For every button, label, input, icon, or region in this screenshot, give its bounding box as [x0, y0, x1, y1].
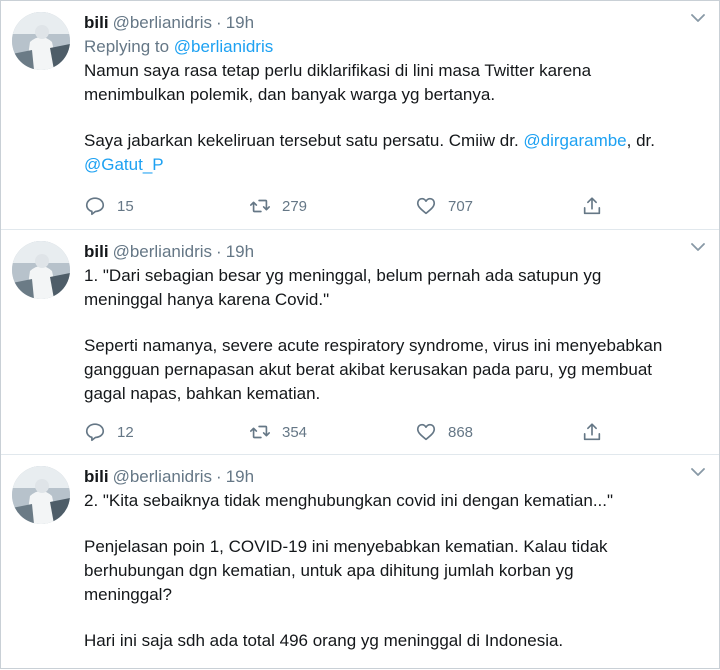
tweet-text-line: Namun saya rasa tetap perlu diklarifikas… [84, 61, 592, 80]
tweet-header: bili @berlianidris · 19h [84, 240, 695, 264]
reply-count: 12 [117, 423, 134, 441]
like-button[interactable]: 707 [415, 193, 473, 219]
retweet-button[interactable]: 354 [249, 419, 307, 445]
share-icon [583, 423, 601, 441]
tweet-header: bili @berlianidris · 19h [84, 465, 695, 489]
separator-dot: · [216, 13, 222, 32]
tweet-text-line: menimbulkan polemik, dan banyak warga yg… [84, 85, 496, 104]
like-count: 868 [448, 423, 474, 441]
avatar-image [12, 12, 70, 70]
tweet-text-segment: , dr. [626, 131, 655, 150]
reply-button[interactable]: 12 [84, 419, 134, 445]
user-handle[interactable]: @berlianidris [113, 13, 212, 32]
user-handle[interactable]: @berlianidris [113, 242, 212, 261]
tweet-text-line: Seperti namanya, severe acute respirator… [84, 336, 663, 355]
chevron-down-icon[interactable] [691, 467, 705, 477]
tweet-text-line: Hari ini saja sdh ada total 496 orang yg… [84, 631, 564, 650]
share-icon [583, 197, 601, 215]
avatar[interactable] [12, 241, 70, 299]
tweet[interactable]: bili @berlianidris · 19h 1. "Dari sebagian … [1, 230, 719, 455]
tweet-text-line: 2. "Kita sebaiknya tidak menghubungkan c… [84, 491, 614, 510]
replying-to-label: Replying to [84, 37, 174, 56]
reply-icon [85, 197, 105, 216]
display-name[interactable]: bili [84, 242, 109, 261]
display-name[interactable]: bili [84, 13, 109, 32]
avatar[interactable] [12, 466, 70, 524]
tweet-text-line: Saya jabarkan kekeliruan tersebut satu p… [84, 129, 695, 153]
tweet-text-segment: Saya jabarkan kekeliruan tersebut satu p… [84, 131, 524, 150]
reply-count: 15 [117, 197, 134, 215]
tweet-header: bili @berlianidris · 19h [84, 11, 695, 35]
chevron-down-icon[interactable] [691, 13, 705, 23]
tweet[interactable]: bili @berlianidris · 19h 2. "Kita sebaiknya… [1, 455, 719, 670]
reply-button[interactable]: 15 [84, 193, 134, 219]
tweet-text-line: gagal napas, bahkan kematian. [84, 384, 321, 403]
retweet-count: 354 [282, 423, 308, 441]
tweet-actions: 12 354 868 [84, 419, 684, 445]
mention-link[interactable]: @dirgarambe [523, 131, 626, 150]
reply-icon [85, 423, 105, 442]
retweet-icon [250, 199, 270, 213]
avatar-image [12, 241, 70, 299]
like-button[interactable]: 868 [415, 419, 473, 445]
avatar-image [12, 466, 70, 524]
tweet-actions: 15 279 707 [84, 193, 684, 219]
timestamp[interactable]: 19h [226, 467, 254, 486]
separator-dot: · [216, 467, 222, 486]
tweet-text-line: meninggal? [84, 585, 172, 604]
retweet-count: 279 [282, 197, 308, 215]
tweet-text-line: gangguan pernapasan akut berat akibat ke… [84, 360, 653, 379]
separator-dot: · [216, 242, 222, 261]
chevron-down-icon[interactable] [691, 242, 705, 252]
timestamp[interactable]: 19h [226, 242, 254, 261]
tweet-text-line: @Gatut_P [84, 153, 695, 177]
mention-link[interactable]: @Gatut_P [84, 155, 164, 174]
heart-icon [416, 197, 436, 215]
share-button[interactable] [581, 193, 614, 219]
tweet-text-line: Penjelasan poin 1, COVID-19 ini menyebab… [84, 537, 608, 556]
timestamp[interactable]: 19h [226, 13, 254, 32]
user-handle[interactable]: @berlianidris [113, 467, 212, 486]
retweet-button[interactable]: 279 [249, 193, 307, 219]
share-button[interactable] [581, 419, 614, 445]
like-count: 707 [448, 197, 474, 215]
timeline: bili @berlianidris · 19h Replying to @berli… [0, 0, 720, 669]
retweet-icon [250, 425, 270, 439]
avatar[interactable] [12, 12, 70, 70]
tweet-text-line: meninggal hanya karena Covid." [84, 290, 330, 309]
display-name[interactable]: bili [84, 467, 109, 486]
heart-icon [416, 423, 436, 441]
tweet-text-line: 1. "Dari sebagian besar yg meninggal, be… [84, 266, 602, 285]
tweet[interactable]: bili @berlianidris · 19h Replying to @berli… [1, 1, 719, 230]
replying-to: Replying to @berlianidris [84, 35, 695, 59]
tweet-text-line: berhubungan dgn kematian, untuk apa dihi… [84, 561, 574, 580]
reply-mention-link[interactable]: @berlianidris [174, 37, 273, 56]
